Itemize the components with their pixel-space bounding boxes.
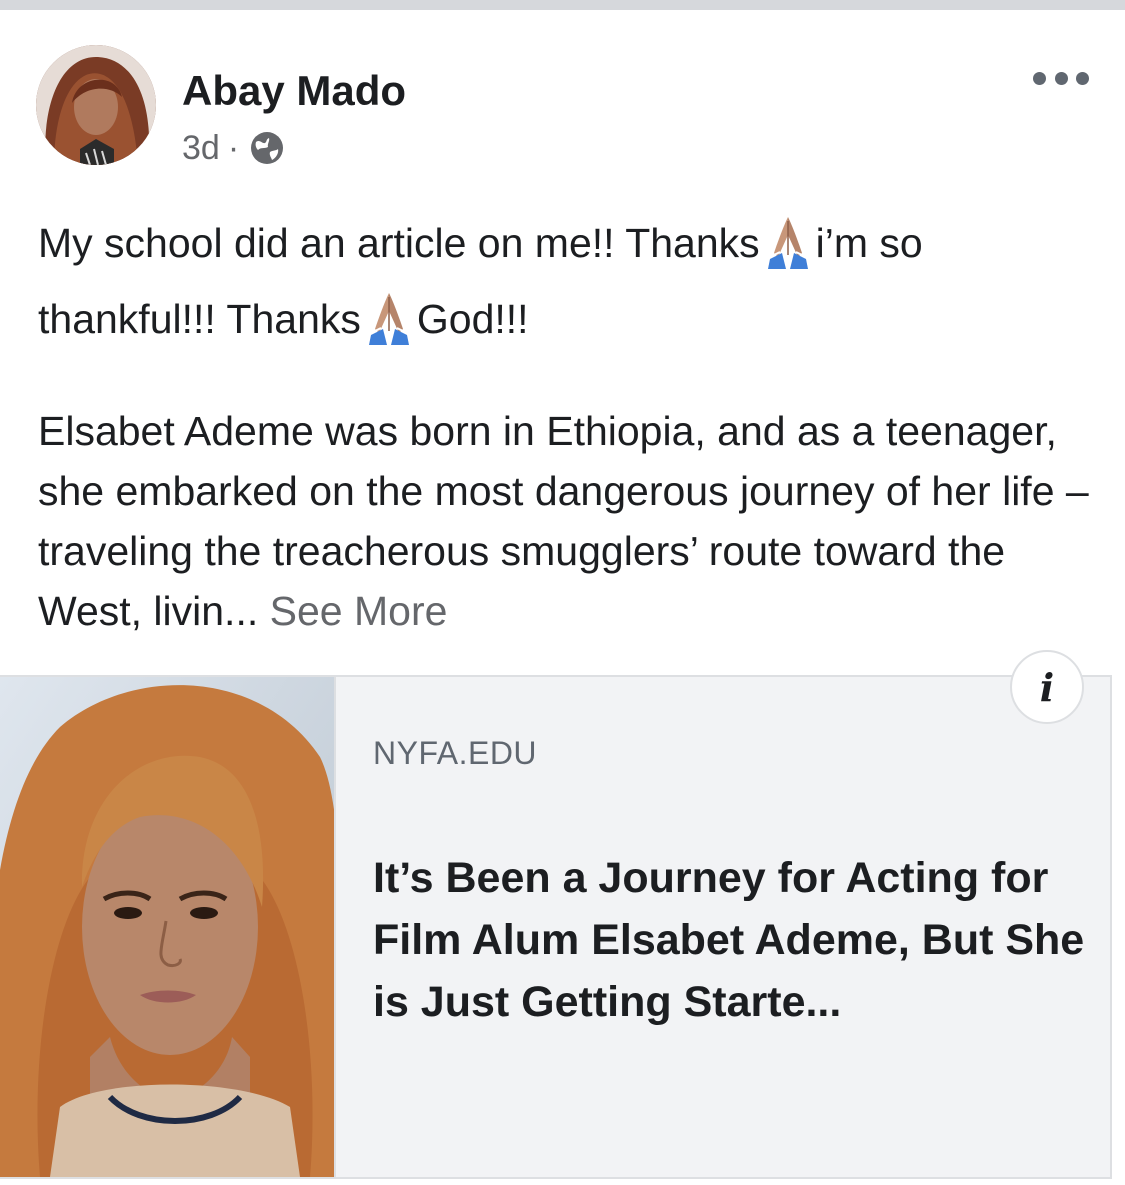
post-meta: 3d · — [182, 128, 285, 168]
folded-hands-icon — [766, 215, 810, 271]
author-avatar[interactable] — [36, 45, 156, 165]
post-timestamp[interactable]: 3d — [182, 129, 220, 168]
feed-post: Abay Mado 3d · My school did an article … — [0, 10, 1125, 1185]
more-dot — [1054, 71, 1068, 85]
author-name[interactable]: Abay Mado — [182, 67, 406, 115]
folded-hands-icon — [367, 291, 411, 347]
post-text-segment: God!!! — [416, 296, 529, 342]
link-domain: NYFA.EDU — [373, 735, 538, 771]
more-dot — [1033, 71, 1046, 85]
post-text-segment: thankful!!! Thanks — [38, 296, 361, 342]
see-more-link[interactable]: See More — [270, 588, 448, 634]
post-paragraph-1: My school did an article on me!! Thanks … — [38, 205, 1098, 357]
info-icon[interactable]: i — [1010, 650, 1084, 724]
more-dot — [1076, 71, 1089, 85]
meta-separator: · — [227, 128, 240, 167]
link-preview-image — [0, 677, 336, 1177]
globe-icon[interactable] — [249, 130, 285, 166]
post-text-segment: Elsabet Ademe was born in Ethiopia, and … — [38, 408, 1089, 634]
top-separator — [0, 0, 1125, 10]
post-message: My school did an article on me!! Thanks … — [38, 205, 1098, 641]
post-paragraph-2: Elsabet Ademe was born in Ethiopia, and … — [38, 401, 1098, 641]
link-preview-card[interactable]: NYFA.EDU It’s Been a Journey for Acting … — [0, 675, 1112, 1179]
link-title[interactable]: It’s Been a Journey for Acting for Film … — [373, 847, 1093, 1033]
post-text-segment: My school did an article on me!! Thanks — [38, 220, 760, 266]
more-options-icon[interactable] — [1033, 66, 1089, 90]
post-text-segment: i’m so — [815, 220, 923, 266]
